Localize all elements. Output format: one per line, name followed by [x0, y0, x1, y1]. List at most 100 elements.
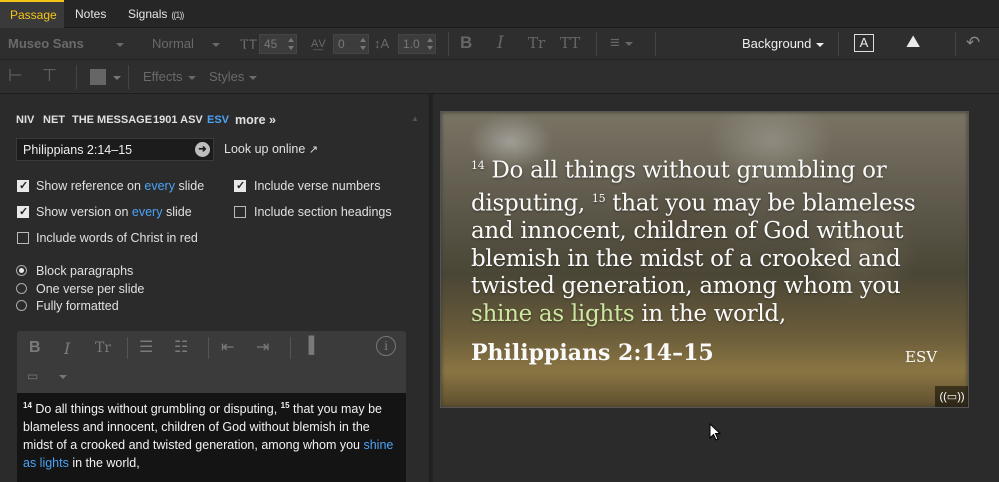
- bullet-list-icon[interactable]: ☰: [139, 337, 153, 357]
- show-reference-label: Show reference on every slide: [36, 179, 204, 193]
- show-version-label: Show version on every slide: [36, 205, 192, 219]
- italic-icon[interactable]: I: [64, 339, 70, 358]
- verse-numbers-label: Include verse numbers: [254, 179, 381, 193]
- info-icon[interactable]: i: [376, 336, 396, 356]
- broadcast-icon[interactable]: ((▭)): [935, 386, 968, 407]
- highlighted-text: shine as lights: [471, 300, 635, 327]
- indent-icon[interactable]: ⇥: [256, 337, 269, 357]
- divider: [955, 32, 956, 56]
- words-of-christ-checkbox[interactable]: [17, 232, 29, 244]
- stepper-icon: [360, 37, 366, 51]
- slide-reference: Philippians 2:14–15: [471, 340, 714, 366]
- background-select[interactable]: Background: [742, 28, 825, 60]
- section-headings-label: Include section headings: [254, 205, 392, 219]
- version-esv[interactable]: ESV: [207, 114, 229, 126]
- external-link-icon: ↗: [308, 144, 319, 156]
- chevron-down-icon: [624, 41, 633, 46]
- section-headings-checkbox[interactable]: [234, 206, 246, 218]
- version-niv[interactable]: NIV: [16, 114, 34, 126]
- passage-editor[interactable]: 14 Do all things without grumbling or di…: [17, 393, 406, 482]
- scroll-up-icon[interactable]: ▲: [411, 114, 419, 123]
- verse-text: Do all things without grumbling or dispu…: [31, 402, 281, 417]
- layout-toolbar: ⊢ ⊤ Effects Styles: [0, 60, 999, 94]
- chevron-down-icon: [59, 375, 67, 379]
- tab-notes-label: Notes: [75, 7, 107, 21]
- show-reference-checkbox[interactable]: [17, 179, 29, 192]
- all-caps-icon[interactable]: TT: [560, 34, 580, 52]
- undo-icon[interactable]: ↶: [966, 33, 980, 53]
- tab-notes[interactable]: Notes: [65, 0, 116, 28]
- font-family-select[interactable]: Museo Sans: [8, 28, 124, 60]
- tab-bar: Passage Notes Signals ((1)): [0, 0, 999, 28]
- version-frequency-link[interactable]: every: [132, 205, 163, 219]
- version-message[interactable]: THE MESSAGE: [72, 114, 152, 126]
- font-size-input[interactable]: 45: [259, 34, 297, 54]
- reference-frequency-link[interactable]: every: [144, 179, 175, 193]
- slide-version: ESV: [905, 348, 938, 366]
- small-caps-icon[interactable]: Tr: [528, 34, 545, 52]
- version-net[interactable]: NET: [43, 114, 65, 126]
- verse-numbers-checkbox[interactable]: [234, 179, 246, 192]
- letter-spacing-input[interactable]: 0: [333, 34, 369, 54]
- tab-passage[interactable]: Passage: [0, 0, 64, 28]
- styles-menu[interactable]: Styles: [209, 61, 258, 93]
- more-versions-link[interactable]: more »: [235, 113, 276, 127]
- verse-number: 14: [23, 401, 32, 410]
- bold-icon[interactable]: B: [460, 33, 472, 53]
- chevron-down-icon: [249, 75, 258, 80]
- verse-text: in the world,: [634, 300, 786, 327]
- one-verse-label: One verse per slide: [36, 282, 145, 296]
- italic-icon[interactable]: I: [497, 33, 504, 53]
- align-vertical-icon[interactable]: ⊤: [42, 66, 57, 86]
- line-height-input[interactable]: 1.0: [398, 34, 436, 54]
- divider: [448, 32, 449, 56]
- verse-number: 14: [471, 159, 485, 172]
- color-swatch[interactable]: [90, 69, 106, 85]
- one-verse-radio[interactable]: [16, 283, 27, 294]
- letter-spacing-value: 0: [338, 37, 345, 51]
- go-arrow-icon[interactable]: ➜: [195, 142, 210, 157]
- chevron-down-icon: [816, 42, 825, 47]
- small-caps-icon[interactable]: Tr: [95, 340, 111, 356]
- outdent-icon[interactable]: ⇤: [221, 337, 234, 357]
- tab-signals[interactable]: Signals ((1)): [118, 0, 193, 28]
- bold-icon[interactable]: B: [29, 339, 41, 357]
- chevron-down-icon: [187, 75, 196, 80]
- background-label: Background: [742, 36, 812, 51]
- version-1901-asv[interactable]: 1901 ASV: [153, 114, 203, 126]
- divider: [655, 32, 656, 56]
- passage-input[interactable]: [16, 138, 214, 161]
- font-weight-select[interactable]: Normal: [152, 28, 220, 60]
- words-of-christ-label: Include words of Christ in red: [36, 231, 198, 245]
- lookup-online-link[interactable]: Look up online ↗: [224, 142, 318, 157]
- align-icon[interactable]: ≡: [610, 33, 633, 53]
- stepper-icon: [427, 37, 433, 51]
- slide-passage-text: 14 Do all things without grumbling or di…: [471, 152, 941, 328]
- fully-formatted-label: Fully formatted: [36, 299, 119, 313]
- align-horizontal-icon[interactable]: ⊢: [8, 66, 23, 86]
- verse-number: 15: [280, 401, 290, 410]
- effects-label: Effects: [143, 69, 183, 84]
- panel-divider[interactable]: [430, 94, 433, 482]
- mouse-cursor-icon: [709, 423, 721, 441]
- show-version-checkbox[interactable]: [17, 205, 29, 218]
- font-size-value: 45: [264, 37, 278, 51]
- image-icon[interactable]: ⛰: [906, 32, 920, 52]
- divider: [128, 65, 129, 89]
- effects-menu[interactable]: Effects: [143, 61, 196, 93]
- block-paragraphs-radio[interactable]: [16, 265, 27, 276]
- fully-formatted-radio[interactable]: [16, 300, 27, 311]
- verse-text: in the world,: [68, 456, 140, 471]
- font-size-icon: ⲦT: [240, 36, 258, 52]
- lookup-online-label: Look up online: [224, 142, 306, 156]
- divider: [290, 337, 291, 359]
- letter-spacing-icon: A͟V: [311, 38, 326, 50]
- slide-preview[interactable]: 14 Do all things without grumbling or di…: [440, 111, 969, 408]
- paragraph-style-icon[interactable]: ▭: [27, 369, 38, 383]
- divider: [208, 337, 209, 359]
- text-box-icon[interactable]: A: [854, 34, 874, 52]
- font-family-value: Museo Sans: [8, 36, 84, 51]
- show-reference-text: Show reference on: [36, 179, 145, 193]
- numbered-list-icon[interactable]: ☷: [174, 337, 188, 357]
- insert-break-icon[interactable]: ▐: [303, 337, 314, 355]
